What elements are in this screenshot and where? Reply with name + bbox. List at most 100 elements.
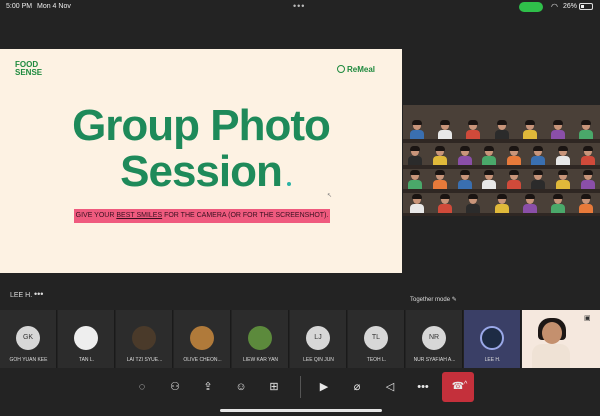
together-mode-person [481,170,497,189]
apps-icon[interactable]: ⊞ [266,379,282,395]
participant-tile[interactable]: OLIVE CHEON... [174,310,231,368]
home-indicator[interactable] [220,409,382,412]
people-icon[interactable]: ⚇ [167,379,183,395]
more-icon[interactable]: ••• [415,379,431,395]
together-mode-person [432,170,448,189]
participant-name: GOH YUAN KEE [9,357,48,363]
participant-name: LEE H. [484,357,501,363]
chevron-up-icon[interactable]: ^ [464,381,467,388]
status-bar: 5:00 PM Mon 4 Nov ••• ◠ 26% [0,0,600,14]
together-mode-person [578,194,594,213]
participant-avatar [248,326,272,350]
camera-icon[interactable]: ▶ [316,379,332,395]
headline-line-2: Session [120,147,283,196]
pin-icon: ✎ [451,297,457,303]
reactions-icon[interactable]: ☺ [233,379,249,395]
seat-row [403,189,600,193]
controls-divider [300,376,301,398]
together-mode-person [457,170,473,189]
together-mode-person [550,120,566,139]
remeal-logo: ReMeal [337,65,375,74]
participant-tile[interactable]: LJ LEE QIN JUN [290,310,347,368]
participant-avatar [74,326,98,350]
wifi-icon: ◠ [551,2,558,11]
together-mode-person [481,146,497,165]
participant-name: TAN L. [78,357,95,363]
headline-line-1: Group Photo [72,101,331,150]
shared-slide: FOOD SENSE ReMeal Group Photo Session ↖ … [0,49,402,273]
remeal-logo-icon [337,65,345,73]
participant-avatar [480,326,504,350]
headline-dot [287,182,291,186]
participant-tile[interactable]: LAI TZI SYUE... [116,310,173,368]
chat-icon[interactable]: ◌ [134,379,150,395]
participant-avatar [132,326,156,350]
participant-name: LAI TZI SYUE... [126,357,163,363]
participant-name: OLIVE CHEON... [183,357,222,363]
together-mode-person [437,120,453,139]
together-mode-person [457,146,473,165]
together-mode-person [522,194,538,213]
hangup-button[interactable]: ☎ ^ [442,372,474,402]
battery-percent: 26% [563,3,578,10]
together-mode-person [506,146,522,165]
meeting-window: 5:00 PM Mon 4 Nov ••• ◠ 26% FOOD SENSE R… [0,0,600,416]
together-mode-person [409,120,425,139]
together-mode-person [550,194,566,213]
together-mode-person [465,194,481,213]
together-mode-person [555,170,571,189]
share-icon[interactable]: ⇪ [200,379,216,395]
slide-headline: Group Photo Session [0,103,402,195]
together-mode-person [580,170,596,189]
presenter-name: LEE H. [10,292,33,299]
together-mode-person [432,146,448,165]
self-video-tile[interactable]: ▣ [522,310,600,368]
mic-off-icon[interactable]: ⌀ [349,379,365,395]
pointer-cursor-icon: ↖ [327,193,333,199]
together-mode-person [465,120,481,139]
together-mode-person [522,120,538,139]
battery-icon [579,3,593,10]
foodsense-logo: FOOD SENSE [15,60,43,77]
together-mode-person [409,194,425,213]
participant-tile[interactable]: LIEW KAR YAN [232,310,289,368]
participant-name: LEE QIN JUN [303,357,334,363]
seat-row [403,213,600,216]
together-mode-person [437,194,453,213]
participant-name: TEOH L. [366,357,387,363]
together-mode-person [494,194,510,213]
slide-banner: GIVE YOUR BEST SMILES FOR THE CAMERA (OR… [74,209,330,223]
seat-row [403,165,600,169]
participant-name: NUR SYAFIAH A... [413,357,456,363]
participant-avatar: TL [364,326,388,350]
together-mode-person [494,120,510,139]
participant-avatar [190,326,214,350]
status-date: Mon 4 Nov [37,3,71,10]
together-mode-person [530,146,546,165]
participant-avatar: LJ [306,326,330,350]
active-call-pill[interactable] [519,2,543,12]
participant-name: LIEW KAR YAN [242,357,279,363]
together-mode-person [407,146,423,165]
participant-tile[interactable]: TL TEOH L. [348,310,405,368]
participants-strip: GK GOH YUAN KEE TAN L. LAI TZI SYUE... O… [0,310,600,368]
speaker-off-icon[interactable]: ◁ [382,379,398,395]
participant-tile[interactable]: NR NUR SYAFIAH A... [406,310,463,368]
together-mode-view [403,105,600,216]
participant-tile[interactable]: GK GOH YUAN KEE [0,310,57,368]
together-mode-person [580,146,596,165]
multitasking-dots-icon[interactable]: ••• [293,1,305,11]
together-mode-person [506,170,522,189]
status-time: 5:00 PM [6,3,33,10]
self-video-face [542,322,562,344]
participant-tile-active[interactable]: LEE H. [464,310,521,368]
participant-avatar: NR [422,326,446,350]
together-mode-person [578,120,594,139]
pip-icon[interactable]: ▣ [584,314,591,322]
seat-row [403,139,600,143]
participant-avatar: GK [16,326,40,350]
together-mode-person [555,146,571,165]
participant-tile[interactable]: TAN L. [58,310,115,368]
presenter-more-icon[interactable]: ••• [34,289,43,299]
together-mode-person [530,170,546,189]
